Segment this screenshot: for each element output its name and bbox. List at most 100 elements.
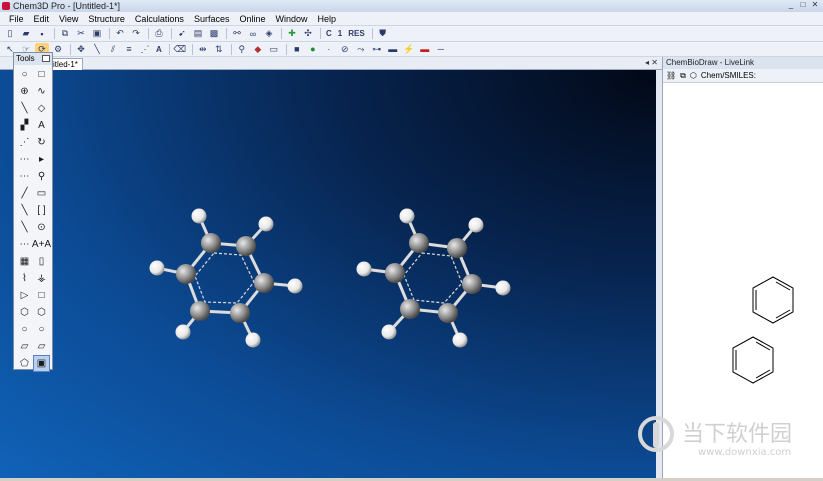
- text-tool-icon[interactable]: A: [33, 117, 50, 134]
- circle-ring-tool-icon[interactable]: ○: [33, 321, 50, 338]
- hydrogen-atom[interactable]: [381, 324, 397, 340]
- menu-edit[interactable]: Edit: [29, 14, 55, 24]
- no-icon[interactable]: ⊘: [338, 43, 352, 55]
- hydrogen-atom[interactable]: [468, 217, 484, 233]
- move-icon[interactable]: ✣: [301, 28, 315, 40]
- hydrogen-atom[interactable]: [399, 208, 415, 224]
- chair-ring-tool-icon[interactable]: ▱: [16, 338, 33, 355]
- cut-icon[interactable]: ✂: [74, 28, 88, 40]
- tab-untitled-1[interactable]: itled-1*: [48, 58, 83, 70]
- target-tool-icon[interactable]: ⊕: [16, 83, 33, 100]
- carbon-atom[interactable]: [447, 238, 467, 258]
- square-ring-tool-icon[interactable]: □: [33, 287, 50, 304]
- wavy-bond-tool-icon[interactable]: ╲: [16, 219, 33, 236]
- double-bond-tool-icon[interactable]: ▞: [16, 117, 33, 134]
- menu-file[interactable]: File: [4, 14, 29, 24]
- eraser-tool-icon[interactable]: ◇: [33, 100, 50, 117]
- carbon-atom[interactable]: [230, 303, 250, 323]
- color-by-icon[interactable]: ◆: [251, 43, 265, 55]
- single-bond-tool-icon[interactable]: ╲: [16, 100, 33, 117]
- benzene-ring-tool-icon[interactable]: ▣: [33, 355, 50, 372]
- new-file-icon[interactable]: ▯: [3, 28, 17, 40]
- menu-view[interactable]: View: [54, 14, 83, 24]
- zoom-select-tool-icon[interactable]: □: [33, 66, 50, 83]
- tab-nav-controls[interactable]: ◂ ✕: [645, 58, 658, 67]
- chain-tool-icon[interactable]: ⋯: [16, 236, 33, 253]
- redo-icon[interactable]: ↷: [129, 28, 143, 40]
- menu-structure[interactable]: Structure: [83, 14, 130, 24]
- label-icon[interactable]: ▭: [267, 43, 281, 55]
- copy-icon[interactable]: ⧉: [58, 28, 72, 40]
- orbital-tool-icon[interactable]: ⊙: [33, 219, 50, 236]
- open-folder-icon[interactable]: ▰: [19, 28, 33, 40]
- dotted-bond-tool-icon[interactable]: ⋯: [16, 168, 33, 185]
- menu-calculations[interactable]: Calculations: [130, 14, 189, 24]
- background-icon[interactable]: ▤: [191, 28, 205, 40]
- residue-button[interactable]: RES: [346, 28, 366, 40]
- element-c-button[interactable]: C: [324, 28, 334, 40]
- pen-tool-icon[interactable]: ⚲: [33, 168, 50, 185]
- bond-triple-icon[interactable]: ≡: [122, 43, 136, 55]
- hydrogen-atom[interactable]: [149, 260, 165, 276]
- energy-icon[interactable]: ⚡: [402, 43, 416, 55]
- benzene-molecule-2[interactable]: [356, 208, 511, 348]
- octagon-ring-tool-icon[interactable]: ○: [16, 321, 33, 338]
- menu-help[interactable]: Help: [313, 14, 342, 24]
- chem-smiles-label[interactable]: Chem/SMILES:: [701, 71, 756, 80]
- hash-bond-tool-icon[interactable]: ⋯: [16, 151, 33, 168]
- hydrogen-atom[interactable]: [287, 278, 303, 294]
- text-tool-icon[interactable]: A: [154, 43, 164, 55]
- hydrogen-atom[interactable]: [175, 324, 191, 340]
- rectangle-tool-icon[interactable]: ▭: [33, 185, 50, 202]
- bold-bond-tool-icon[interactable]: ╲: [16, 202, 33, 219]
- tlc-plate-tool-icon[interactable]: ▯: [33, 253, 50, 270]
- atom-map-tool-icon[interactable]: A+A: [32, 236, 51, 253]
- shield-icon[interactable]: ⛊: [376, 28, 390, 40]
- dashed-bond-tool-icon[interactable]: ⋰: [16, 134, 33, 151]
- hydrogen-atom[interactable]: [191, 208, 207, 224]
- benzene-2d-structure-1[interactable]: [752, 276, 794, 324]
- benzene-2d-structure-2[interactable]: [732, 336, 774, 384]
- translate-icon[interactable]: ✥: [74, 43, 88, 55]
- carbon-atom[interactable]: [254, 273, 274, 293]
- stop-icon[interactable]: ■: [290, 43, 304, 55]
- bracket-tool-icon[interactable]: [ ]: [33, 202, 50, 219]
- dipole-icon[interactable]: ⤳: [354, 43, 368, 55]
- maximize-button[interactable]: □: [797, 0, 809, 10]
- boat-ring-tool-icon[interactable]: ▱: [33, 338, 50, 355]
- save-icon[interactable]: ▪: [35, 28, 49, 40]
- model-type-icon[interactable]: ⚲: [235, 43, 249, 55]
- add-atom-icon[interactable]: ✚: [285, 28, 299, 40]
- serial-number-button[interactable]: 1: [336, 28, 344, 40]
- carbon-atom[interactable]: [409, 233, 429, 253]
- bar-icon[interactable]: ▬: [386, 43, 400, 55]
- carbon-atom[interactable]: [236, 236, 256, 256]
- close-button[interactable]: ✕: [809, 0, 821, 10]
- model-canvas[interactable]: [0, 70, 660, 478]
- carbon-atom[interactable]: [176, 264, 196, 284]
- carbon-atom[interactable]: [438, 303, 458, 323]
- lasso-tool-icon[interactable]: ○: [16, 66, 33, 83]
- smiles-icon[interactable]: ⬡: [690, 71, 697, 80]
- hydrogen-atom[interactable]: [245, 332, 261, 348]
- carbon-atom[interactable]: [462, 274, 482, 294]
- menu-online[interactable]: Online: [234, 14, 270, 24]
- copy-icon[interactable]: ⧉: [680, 71, 686, 81]
- bond-dashed-icon[interactable]: ⋰: [138, 43, 152, 55]
- gradient-icon[interactable]: ▩: [207, 28, 221, 40]
- flip-vertical-icon[interactable]: ⇅: [212, 43, 226, 55]
- carbon-atom[interactable]: [385, 263, 405, 283]
- hydrogen-atom[interactable]: [452, 332, 468, 348]
- minimize-button[interactable]: _: [785, 0, 797, 10]
- wedge-bond-tool-icon[interactable]: ╱: [16, 185, 33, 202]
- tools-palette-close-button[interactable]: [42, 55, 50, 62]
- menu-window[interactable]: Window: [270, 14, 312, 24]
- link-icon[interactable]: ⛓: [666, 71, 676, 80]
- flip-horizontal-icon[interactable]: ⇹: [196, 43, 210, 55]
- carbon-atom[interactable]: [190, 301, 210, 321]
- template-tool-icon[interactable]: ⚶: [33, 270, 50, 287]
- line-style-icon[interactable]: ─: [434, 43, 448, 55]
- hydrogen-atom[interactable]: [258, 216, 274, 232]
- dot-icon[interactable]: ·: [322, 43, 336, 55]
- print-icon[interactable]: ⎙: [152, 28, 166, 40]
